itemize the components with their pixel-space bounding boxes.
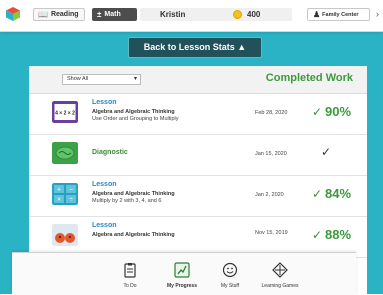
- row-date: Nov 15, 2019: [255, 230, 288, 236]
- completed-row[interactable]: 4 × 2 × 2 Lesson Algebra and Algebraic T…: [29, 94, 367, 135]
- row-description: Multiply by 2 with 3, 4, and 6: [92, 198, 162, 204]
- row-score: 84%: [325, 186, 352, 201]
- lesson-thumbnail-icon: [52, 224, 78, 246]
- row-title: Diagnostic: [92, 149, 128, 156]
- tab-reading-label: Reading: [50, 11, 79, 18]
- family-center-label: Family Center: [322, 11, 359, 18]
- nav-label: To Do: [123, 283, 137, 289]
- coin-icon: [233, 10, 242, 19]
- lesson-thumbnail-icon: 4 × 2 × 2: [52, 101, 78, 123]
- check-icon: ✓: [312, 105, 323, 119]
- tab-reading[interactable]: 📖 Reading: [33, 8, 85, 21]
- svg-text:−: −: [69, 187, 73, 194]
- check-icon: ✓: [312, 228, 323, 242]
- row-subject: Algebra and Algebraic Thinking: [92, 232, 175, 238]
- row-title: Lesson: [92, 99, 117, 106]
- chevron-down-icon: ▾: [133, 76, 137, 82]
- row-title: Lesson: [92, 181, 117, 188]
- check-icon: ✓: [321, 145, 332, 159]
- nav-label: Learning Games: [261, 283, 299, 289]
- check-icon: ✓: [312, 187, 323, 201]
- clipboard-icon: [124, 263, 136, 278]
- row-title: Lesson: [92, 222, 117, 229]
- completed-row[interactable]: Diagnostic Jan 15, 2020 ✓: [29, 135, 367, 176]
- bottom-nav: To Do My Progress My Stuff Learning Game…: [12, 252, 356, 295]
- close-icon[interactable]: ›: [376, 8, 379, 21]
- row-date: Feb 28, 2020: [255, 110, 288, 116]
- tab-math[interactable]: ± Math: [92, 8, 137, 21]
- svg-text:÷: ÷: [69, 197, 73, 204]
- row-date: Jan 2, 2020: [255, 192, 284, 198]
- user-name: Kristin: [160, 10, 186, 19]
- nav-my-stuff[interactable]: My Stuff: [202, 253, 258, 295]
- points-value: 400: [247, 10, 261, 19]
- completed-row[interactable]: + − × ÷ Lesson Algebra and Algebraic Thi…: [29, 176, 367, 217]
- panel-header: Show All ▾ Completed Work: [29, 66, 367, 94]
- thumb-text: 4 × 2 × 2: [55, 111, 75, 117]
- row-score: 90%: [325, 104, 352, 119]
- user-info: Kristin 400: [140, 8, 292, 21]
- nav-label: My Stuff: [220, 283, 240, 289]
- math-symbols-icon: ±: [97, 10, 102, 19]
- games-icon: [272, 262, 288, 278]
- nav-learning-games[interactable]: Learning Games: [252, 253, 308, 295]
- filter-selected-value: Show All: [67, 76, 89, 82]
- top-bar: 📖 Reading ± Math Kristin 400 ♟ Family Cen…: [0, 0, 383, 32]
- row-subject: Algebra and Algebraic Thinking: [92, 109, 175, 115]
- completed-work-heading: Completed Work: [265, 72, 353, 84]
- cube-logo-icon[interactable]: [6, 7, 20, 21]
- tab-math-label: Math: [104, 11, 121, 18]
- nav-to-do[interactable]: To Do: [102, 253, 158, 295]
- svg-text:×: ×: [57, 197, 61, 204]
- back-to-lesson-stats-button[interactable]: Back to Lesson Stats ▲: [128, 37, 262, 58]
- row-score: 88%: [325, 227, 352, 242]
- filter-select[interactable]: Show All ▾: [62, 74, 141, 85]
- row-description: Use Order and Grouping to Multiply: [92, 116, 179, 122]
- svg-text:+: +: [57, 187, 61, 194]
- lesson-thumbnail-icon: + − × ÷: [52, 183, 78, 205]
- smiley-icon: [222, 262, 238, 278]
- row-subject: Algebra and Algebraic Thinking: [92, 191, 175, 197]
- row-date: Jan 15, 2020: [255, 151, 287, 157]
- chart-icon: [174, 262, 190, 278]
- people-icon: ♟: [313, 10, 321, 19]
- family-center-button[interactable]: ♟ Family Center: [307, 8, 370, 21]
- book-icon: 📖: [38, 10, 48, 19]
- diagnostic-thumbnail-icon: [52, 142, 78, 164]
